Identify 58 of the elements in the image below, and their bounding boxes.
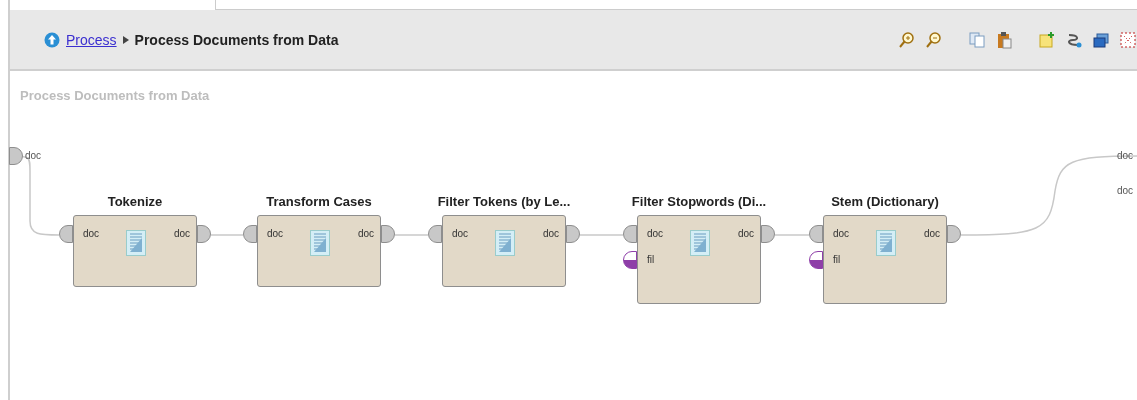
port-label: doc: [923, 228, 940, 239]
port-label: doc: [25, 150, 42, 161]
port-label: doc: [267, 228, 284, 239]
input-port[interactable]: [243, 225, 257, 243]
breadcrumb-link[interactable]: Process: [66, 31, 117, 48]
document-icon: [876, 230, 896, 256]
breadcrumb-current: Process Documents from Data: [134, 31, 339, 48]
input-port[interactable]: [428, 225, 442, 243]
clipboard-icon[interactable]: [995, 30, 1013, 49]
port-label: fil: [833, 254, 841, 265]
connection-line: [210, 234, 244, 236]
port-label: doc: [173, 228, 190, 239]
input-port[interactable]: [623, 251, 637, 269]
output-port[interactable]: [381, 225, 395, 243]
chevron-right-icon: [122, 35, 129, 44]
port-label: doc: [357, 228, 374, 239]
port-label: doc: [737, 228, 754, 239]
zoom-out-icon[interactable]: [925, 30, 943, 49]
operator-node[interactable]: doc doc: [257, 215, 381, 287]
add-note-icon[interactable]: [1038, 30, 1056, 49]
canvas-title: Process Documents from Data: [20, 88, 210, 103]
copy-icon[interactable]: [968, 30, 986, 49]
port-label: doc: [83, 228, 100, 239]
operator-title: Filter Tokens (by Le...: [436, 194, 572, 209]
operator-node[interactable]: doc fil doc: [637, 215, 761, 304]
output-port[interactable]: [761, 225, 775, 243]
operator-node[interactable]: doc fil doc: [823, 215, 947, 304]
document-icon: [310, 230, 330, 256]
port-label: doc: [1116, 150, 1133, 161]
port-label: doc: [833, 228, 850, 239]
operator-title: Tokenize: [106, 194, 164, 209]
connection-line: [579, 234, 624, 236]
input-port[interactable]: [59, 225, 73, 243]
zoom-in-icon[interactable]: [898, 30, 916, 49]
output-port[interactable]: [947, 225, 961, 243]
connection-line: [394, 234, 429, 236]
operator-node[interactable]: doc doc: [73, 215, 197, 287]
operator-node[interactable]: doc doc: [442, 215, 566, 287]
connection-line: [774, 234, 810, 236]
grid-icon[interactable]: [1119, 30, 1137, 49]
output-port[interactable]: [197, 225, 211, 243]
output-port[interactable]: [566, 225, 580, 243]
port-label: fil: [647, 254, 655, 265]
input-port[interactable]: [809, 251, 823, 269]
port-label: doc: [647, 228, 664, 239]
document-icon: [690, 230, 710, 256]
operator-title: Filter Stopwords (Di...: [630, 194, 768, 209]
input-port[interactable]: [9, 147, 23, 165]
port-label: doc: [542, 228, 559, 239]
document-icon: [126, 230, 146, 256]
operator-title: Transform Cases: [265, 194, 373, 209]
port-label: doc: [452, 228, 469, 239]
input-port[interactable]: [623, 225, 637, 243]
layers-icon[interactable]: [1092, 30, 1110, 49]
document-icon: [495, 230, 515, 256]
operator-title: Stem (Dictionary): [830, 194, 940, 209]
input-port[interactable]: [809, 225, 823, 243]
port-label: doc: [1116, 185, 1133, 196]
